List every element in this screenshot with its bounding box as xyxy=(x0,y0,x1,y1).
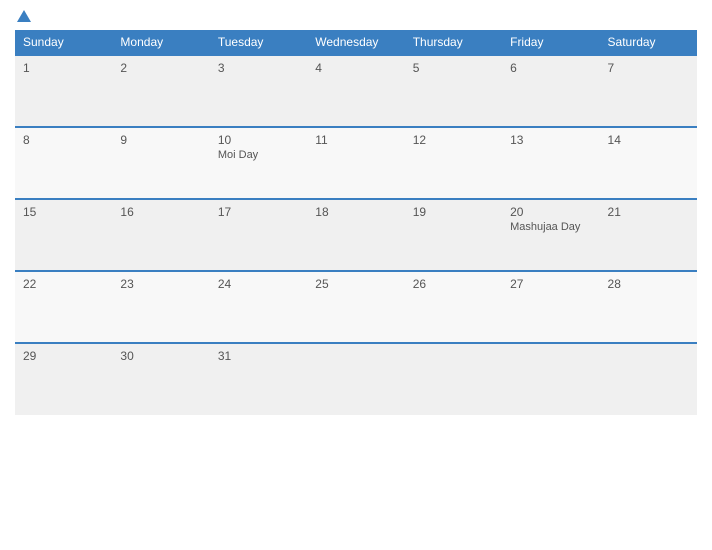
calendar-day-cell: 15 xyxy=(15,199,112,271)
day-number: 8 xyxy=(23,133,104,147)
calendar-day-cell xyxy=(307,343,404,415)
weekday-header: Thursday xyxy=(405,30,502,55)
day-number: 13 xyxy=(510,133,591,147)
weekday-header: Friday xyxy=(502,30,599,55)
calendar-day-cell: 26 xyxy=(405,271,502,343)
day-number: 5 xyxy=(413,61,494,75)
calendar-day-cell: 19 xyxy=(405,199,502,271)
day-number: 26 xyxy=(413,277,494,291)
day-number: 12 xyxy=(413,133,494,147)
calendar-day-cell xyxy=(502,343,599,415)
calendar-day-cell: 23 xyxy=(112,271,209,343)
weekday-header-row: SundayMondayTuesdayWednesdayThursdayFrid… xyxy=(15,30,697,55)
day-number: 29 xyxy=(23,349,104,363)
calendar-week-row: 29 30 31 xyxy=(15,343,697,415)
calendar-day-cell: 17 xyxy=(210,199,307,271)
calendar-day-cell: 28 xyxy=(600,271,697,343)
calendar-day-cell: 21 xyxy=(600,199,697,271)
calendar-day-cell xyxy=(600,343,697,415)
calendar-day-cell: 16 xyxy=(112,199,209,271)
calendar-day-cell: 1 xyxy=(15,55,112,127)
day-number: 28 xyxy=(608,277,689,291)
calendar-day-cell: 7 xyxy=(600,55,697,127)
calendar-day-cell: 3 xyxy=(210,55,307,127)
calendar-week-row: 8 9 10 Moi Day 11 12 13 14 xyxy=(15,127,697,199)
day-number: 6 xyxy=(510,61,591,75)
day-number: 2 xyxy=(120,61,201,75)
calendar-day-cell: 29 xyxy=(15,343,112,415)
day-number: 7 xyxy=(608,61,689,75)
calendar-day-cell: 5 xyxy=(405,55,502,127)
calendar-day-cell: 20 Mashujaa Day xyxy=(502,199,599,271)
day-number: 9 xyxy=(120,133,201,147)
day-number: 10 xyxy=(218,133,299,147)
day-number: 24 xyxy=(218,277,299,291)
calendar-day-cell: 25 xyxy=(307,271,404,343)
day-number: 31 xyxy=(218,349,299,363)
calendar-day-cell: 18 xyxy=(307,199,404,271)
calendar-week-row: 1 2 3 4 5 6 7 xyxy=(15,55,697,127)
calendar-week-row: 15 16 17 18 19 20 Mashujaa Day 21 xyxy=(15,199,697,271)
calendar-day-cell: 12 xyxy=(405,127,502,199)
day-number: 16 xyxy=(120,205,201,219)
calendar-day-cell: 2 xyxy=(112,55,209,127)
day-number: 30 xyxy=(120,349,201,363)
calendar-day-cell: 10 Moi Day xyxy=(210,127,307,199)
calendar-day-cell: 13 xyxy=(502,127,599,199)
calendar-header xyxy=(15,10,697,22)
day-number: 17 xyxy=(218,205,299,219)
calendar-day-cell: 11 xyxy=(307,127,404,199)
weekday-header: Wednesday xyxy=(307,30,404,55)
calendar-day-cell: 8 xyxy=(15,127,112,199)
day-number: 19 xyxy=(413,205,494,219)
logo xyxy=(15,10,31,22)
calendar-day-cell: 4 xyxy=(307,55,404,127)
calendar-day-cell: 24 xyxy=(210,271,307,343)
calendar-day-cell: 31 xyxy=(210,343,307,415)
day-number: 14 xyxy=(608,133,689,147)
day-number: 25 xyxy=(315,277,396,291)
weekday-header: Monday xyxy=(112,30,209,55)
day-number: 21 xyxy=(608,205,689,219)
calendar-day-cell: 9 xyxy=(112,127,209,199)
day-number: 27 xyxy=(510,277,591,291)
calendar-container: SundayMondayTuesdayWednesdayThursdayFrid… xyxy=(0,0,712,550)
weekday-header: Sunday xyxy=(15,30,112,55)
holiday-label: Mashujaa Day xyxy=(510,221,591,233)
calendar-day-cell: 22 xyxy=(15,271,112,343)
calendar-day-cell xyxy=(405,343,502,415)
day-number: 11 xyxy=(315,133,396,147)
calendar-day-cell: 30 xyxy=(112,343,209,415)
day-number: 4 xyxy=(315,61,396,75)
logo-triangle-icon xyxy=(17,10,31,22)
calendar-day-cell: 27 xyxy=(502,271,599,343)
day-number: 15 xyxy=(23,205,104,219)
calendar-day-cell: 6 xyxy=(502,55,599,127)
calendar-grid: SundayMondayTuesdayWednesdayThursdayFrid… xyxy=(15,30,697,415)
weekday-header: Tuesday xyxy=(210,30,307,55)
calendar-day-cell: 14 xyxy=(600,127,697,199)
day-number: 1 xyxy=(23,61,104,75)
day-number: 20 xyxy=(510,205,591,219)
weekday-header: Saturday xyxy=(600,30,697,55)
day-number: 18 xyxy=(315,205,396,219)
calendar-week-row: 22 23 24 25 26 27 28 xyxy=(15,271,697,343)
holiday-label: Moi Day xyxy=(218,149,299,161)
day-number: 3 xyxy=(218,61,299,75)
day-number: 23 xyxy=(120,277,201,291)
day-number: 22 xyxy=(23,277,104,291)
